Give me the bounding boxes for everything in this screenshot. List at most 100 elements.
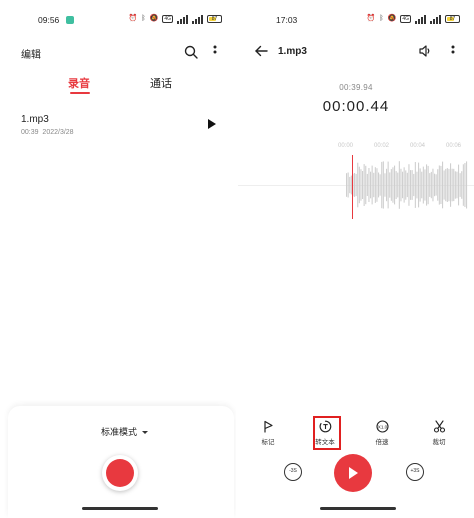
waveform-bar bbox=[424, 169, 426, 201]
skip-forward-button[interactable]: +3S bbox=[406, 463, 424, 481]
current-position: 00:00.44 bbox=[322, 98, 390, 115]
ruler-label: 00:04 bbox=[410, 143, 426, 149]
scissors-icon bbox=[433, 420, 445, 433]
waveform-bar bbox=[384, 173, 386, 197]
waveform-bar bbox=[416, 171, 418, 199]
notification-app-icon bbox=[66, 16, 74, 24]
waveform-bar bbox=[386, 168, 388, 202]
play-button[interactable] bbox=[334, 454, 372, 492]
recordings-list-screen: 09:56 ⏰ ᛒ 🔕 4G 87 编辑 录音 通话 1.mp3 00:39 2… bbox=[0, 0, 236, 518]
recording-duration: 00:39 bbox=[21, 129, 39, 136]
signal-icon-2 bbox=[192, 14, 203, 24]
skip-back-button[interactable]: -3S bbox=[284, 463, 302, 481]
waveform[interactable] bbox=[238, 155, 474, 219]
more-options-icon[interactable] bbox=[450, 44, 456, 60]
waveform-bar bbox=[422, 166, 424, 204]
waveform-bar bbox=[370, 171, 372, 199]
more-options-icon[interactable] bbox=[212, 44, 218, 60]
waveform-bar bbox=[458, 164, 460, 206]
signal-icon-2 bbox=[430, 14, 441, 24]
waveform-bar bbox=[427, 165, 429, 205]
waveform-bar bbox=[357, 162, 359, 208]
back-arrow-icon[interactable] bbox=[254, 44, 268, 58]
mute-icon: 🔕 bbox=[149, 15, 159, 22]
home-indicator[interactable] bbox=[320, 507, 396, 510]
recording-date: 2022/3/28 bbox=[42, 129, 74, 136]
waveform-bar bbox=[365, 165, 367, 205]
waveform-bar bbox=[443, 170, 445, 200]
waveform-bar bbox=[355, 173, 357, 197]
waveform-bar bbox=[358, 166, 360, 204]
status-time: 09:56 bbox=[38, 15, 60, 25]
record-button[interactable] bbox=[102, 455, 138, 491]
speed-icon: X1.0 bbox=[375, 420, 389, 433]
waveform-bar bbox=[397, 172, 399, 198]
edit-button[interactable]: 编辑 bbox=[21, 46, 41, 61]
waveform-bar bbox=[450, 163, 452, 207]
battery-icon: 87 bbox=[445, 15, 460, 23]
waveform-bar bbox=[426, 164, 428, 206]
recording-mode-select[interactable]: 标准模式 bbox=[101, 425, 149, 438]
tab-recordings[interactable]: 录音 bbox=[68, 75, 90, 91]
waveform-bar bbox=[394, 165, 396, 205]
waveform-bar bbox=[438, 165, 440, 205]
caret-down-icon bbox=[142, 431, 149, 435]
signal-icon bbox=[415, 14, 426, 24]
waveform-bar bbox=[421, 171, 423, 199]
waveform-bar bbox=[413, 173, 415, 197]
status-icons: ⏰ ᛒ 🔕 4G 87 bbox=[129, 14, 222, 24]
waveform-bar bbox=[419, 168, 421, 202]
search-icon[interactable] bbox=[184, 45, 198, 59]
cut-label: 裁切 bbox=[432, 439, 446, 446]
waveform-bar bbox=[360, 169, 362, 201]
status-icons: ⏰ ᛒ 🔕 4G 87 bbox=[367, 14, 460, 24]
waveform-bar bbox=[411, 170, 413, 200]
waveform-bar bbox=[400, 168, 402, 202]
waveform-bar bbox=[448, 168, 450, 202]
speed-button[interactable]: X1.0 倍速 bbox=[362, 420, 402, 446]
cut-button[interactable]: 裁切 bbox=[419, 420, 459, 446]
waveform-bar bbox=[466, 161, 468, 209]
bluetooth-icon: ᛒ bbox=[379, 15, 384, 22]
waveform-bar bbox=[435, 174, 437, 196]
waveform-bar bbox=[454, 171, 456, 199]
status-bar: 17:03 ⏰ ᛒ 🔕 4G 87 bbox=[238, 0, 474, 40]
waveform-bar bbox=[392, 167, 394, 203]
waveform-bar bbox=[387, 161, 389, 209]
total-duration: 00:39.94 bbox=[339, 83, 373, 92]
waveform-bar bbox=[446, 168, 448, 202]
bluetooth-icon: ᛒ bbox=[141, 15, 146, 22]
speaker-icon[interactable] bbox=[418, 44, 432, 58]
waveform-bar bbox=[437, 169, 439, 201]
speed-label: 倍速 bbox=[375, 439, 389, 446]
waveform-bar bbox=[368, 168, 370, 202]
waveform-bar bbox=[461, 171, 463, 199]
waveform-bar bbox=[389, 172, 391, 198]
waveform-bar bbox=[363, 164, 365, 206]
waveform-bar bbox=[373, 172, 375, 198]
tab-calls[interactable]: 通话 bbox=[150, 75, 172, 91]
home-indicator[interactable] bbox=[82, 507, 158, 510]
recording-mode-label: 标准模式 bbox=[101, 427, 138, 437]
waveform-bar bbox=[398, 161, 400, 209]
mark-label: 标记 bbox=[261, 439, 275, 446]
ruler-label: 00:00 bbox=[338, 143, 354, 149]
waveform-bar bbox=[451, 168, 453, 202]
waveform-bar bbox=[371, 165, 373, 205]
mark-button[interactable]: 标记 bbox=[248, 420, 288, 446]
highlight-box bbox=[313, 416, 341, 450]
waveform-bar bbox=[410, 170, 412, 200]
waveform-bar bbox=[418, 162, 420, 208]
waveform-bar bbox=[376, 168, 378, 202]
playhead[interactable] bbox=[352, 155, 353, 219]
waveform-bar bbox=[464, 163, 466, 207]
waveform-bar bbox=[432, 168, 434, 202]
waveform-bar bbox=[378, 172, 380, 198]
waveform-bar bbox=[459, 173, 461, 197]
recording-list-item[interactable]: 1.mp3 00:39 2022/3/28 bbox=[0, 108, 236, 144]
ruler-label: 00:06 bbox=[446, 143, 462, 149]
play-icon[interactable] bbox=[208, 119, 216, 129]
waveform-bar bbox=[403, 167, 405, 203]
waveform-bar bbox=[462, 164, 464, 206]
waveform-bar bbox=[347, 172, 349, 198]
